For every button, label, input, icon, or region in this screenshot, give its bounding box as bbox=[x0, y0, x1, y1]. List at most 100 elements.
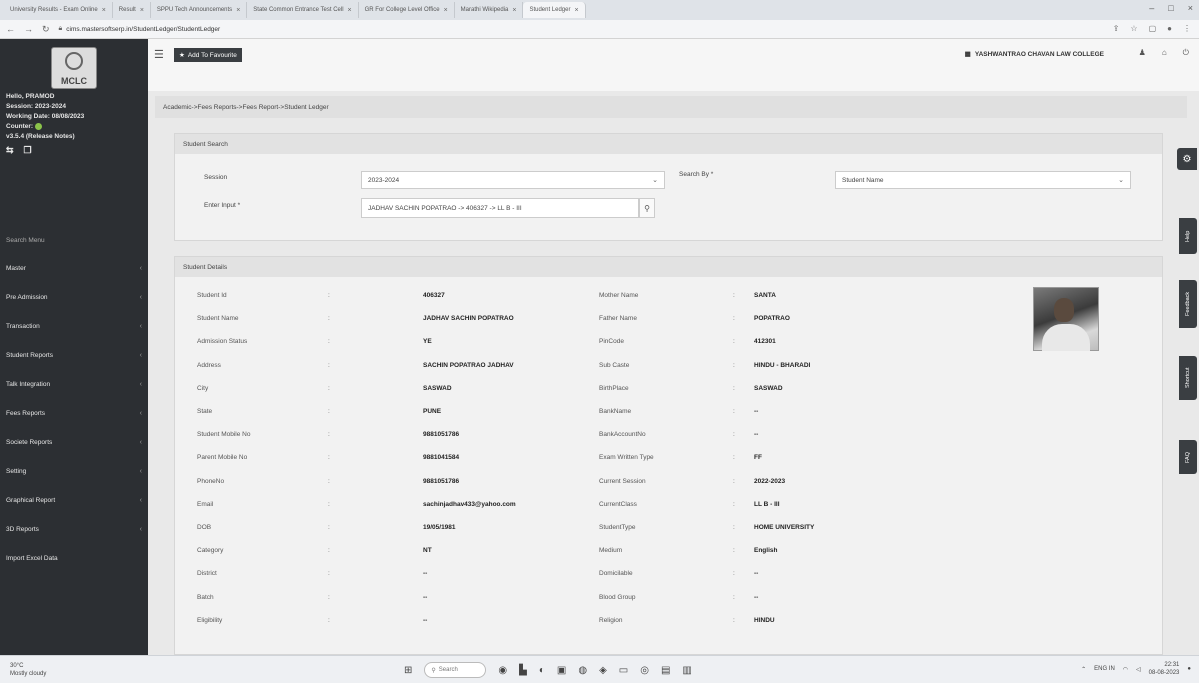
detail-colon: : bbox=[328, 338, 330, 346]
copy-icon[interactable]: ❐ bbox=[24, 145, 32, 155]
wifi-icon[interactable]: ◠ bbox=[1123, 666, 1128, 673]
feedback-tab[interactable]: Feedback bbox=[1179, 280, 1197, 328]
detail-label: CurrentClass bbox=[599, 500, 637, 508]
extensions-icon[interactable]: ▢ bbox=[1149, 24, 1157, 33]
detail-value: -- bbox=[754, 408, 759, 415]
taskbar-apps: ⊞ ⚲ Search ◉ ▙ ◐ ▣ ◍ ◈ ▭ ◎ ▤ ▥ bbox=[404, 662, 692, 678]
close-icon[interactable]: × bbox=[444, 7, 448, 14]
student-input-field[interactable]: JADHAV SACHIN POPATRAO -> 406327 -> LL B… bbox=[361, 198, 639, 218]
release-notes-link[interactable]: v3.5.4 (Release Notes) bbox=[6, 132, 84, 142]
address-bar: ← → ↻ 🔒︎ cims.mastersoftserp.in/StudentL… bbox=[0, 20, 1199, 39]
detail-colon: : bbox=[733, 454, 735, 462]
weather-widget[interactable]: 30°C Mostly cloudy bbox=[10, 662, 46, 678]
share-icon[interactable]: ⇪ bbox=[1113, 24, 1120, 33]
student-photo bbox=[1033, 287, 1099, 351]
tab-title: State Common Entrance Test Cell bbox=[253, 7, 344, 13]
close-icon[interactable]: × bbox=[236, 7, 240, 14]
detail-colon: : bbox=[328, 593, 330, 601]
app-icon[interactable]: ◈ bbox=[599, 665, 607, 676]
sidebar-item-transaction[interactable]: Transaction ‹ bbox=[0, 312, 148, 341]
detail-label: StudentType bbox=[599, 524, 636, 531]
hamburger-icon[interactable]: ☰ bbox=[154, 48, 164, 61]
sidebar-item-graphical-report[interactable]: Graphical Report ‹ bbox=[0, 486, 148, 515]
language-indicator[interactable]: ENG IN bbox=[1094, 666, 1115, 672]
detail-value: NT bbox=[423, 547, 432, 555]
browser-tab-active[interactable]: Student Ledger × bbox=[523, 2, 586, 18]
app-icon[interactable]: ◉ bbox=[498, 665, 507, 676]
close-icon[interactable]: × bbox=[348, 7, 352, 14]
detail-label: Email bbox=[197, 500, 214, 508]
chevron-up-icon[interactable]: ⌃ bbox=[1081, 666, 1086, 673]
windows-start-icon[interactable]: ⊞ bbox=[404, 665, 412, 676]
session-select[interactable]: 2023-2024 ⌄ bbox=[361, 171, 665, 189]
browser-tab[interactable]: Result × bbox=[113, 2, 151, 18]
clock[interactable]: 22:31 08-08-2023 bbox=[1149, 661, 1180, 677]
switch-icon[interactable]: ⇆ bbox=[6, 145, 14, 155]
browser-tab[interactable]: State Common Entrance Test Cell × bbox=[247, 2, 359, 18]
maximize-icon[interactable]: □ bbox=[1168, 3, 1173, 13]
shortcut-tab[interactable]: Shortcut bbox=[1179, 356, 1197, 400]
logo-text: MCLC bbox=[61, 76, 87, 86]
tab-title: Marathi Wikipedia bbox=[460, 7, 509, 13]
profile-icon[interactable]: ● bbox=[1167, 24, 1172, 33]
faq-tab[interactable]: FAQ bbox=[1179, 440, 1197, 474]
power-icon[interactable]: ⏻ bbox=[1183, 48, 1189, 58]
browser-tab[interactable]: University Results - Exam Online × bbox=[4, 2, 113, 18]
favourite-label: Add To Favourite bbox=[187, 51, 237, 59]
menu-dots-icon[interactable]: ⋮ bbox=[1183, 24, 1191, 33]
home-icon[interactable]: ⌂ bbox=[1162, 48, 1167, 58]
close-icon[interactable]: × bbox=[102, 7, 106, 14]
close-icon[interactable]: × bbox=[512, 7, 516, 14]
detail-label: Sub Caste bbox=[599, 361, 630, 369]
notification-icon[interactable]: ● bbox=[1187, 666, 1191, 672]
forward-icon[interactable]: → bbox=[24, 24, 33, 34]
app-icon[interactable]: ▙ bbox=[519, 665, 527, 676]
detail-value: FF bbox=[754, 454, 762, 462]
url-field[interactable]: cims.mastersoftserp.in/StudentLedger/Stu… bbox=[66, 26, 220, 33]
sidebar-item-pre-admission[interactable]: Pre Admission ‹ bbox=[0, 283, 148, 312]
search-by-select[interactable]: Student Name ⌄ bbox=[835, 171, 1131, 189]
sidebar-item-student-reports[interactable]: Student Reports ‹ bbox=[0, 341, 148, 370]
detail-value: 2022-2023 bbox=[754, 477, 786, 485]
star-icon[interactable]: ☆ bbox=[1130, 24, 1137, 33]
sidebar-item-societe-reports[interactable]: Societe Reports ‹ bbox=[0, 428, 148, 457]
volume-icon[interactable]: ◁ bbox=[1136, 666, 1141, 673]
browser-tab[interactable]: SPPU Tech Announcements × bbox=[151, 2, 248, 18]
browser-tab[interactable]: GR For College Level Office × bbox=[359, 2, 455, 18]
app-icon[interactable]: ▥ bbox=[682, 665, 691, 676]
sidebar-item-talk-integration[interactable]: Talk Integration ‹ bbox=[0, 370, 148, 399]
menu-search-heading[interactable]: Search Menu bbox=[6, 237, 45, 244]
back-icon[interactable]: ← bbox=[6, 24, 15, 34]
counter-icon[interactable] bbox=[34, 122, 42, 130]
browser-icon[interactable]: ◍ bbox=[578, 665, 587, 676]
detail-label: State bbox=[197, 408, 213, 415]
app-icon[interactable]: ▤ bbox=[661, 665, 670, 676]
app-icon[interactable]: ▣ bbox=[557, 665, 566, 676]
chrome-icon[interactable]: ◎ bbox=[640, 665, 649, 676]
reload-icon[interactable]: ↻ bbox=[42, 24, 50, 35]
browser-tab[interactable]: Marathi Wikipedia × bbox=[455, 2, 524, 18]
close-icon[interactable]: × bbox=[140, 7, 144, 14]
taskbar-search[interactable]: ⚲ Search bbox=[424, 662, 487, 678]
detail-label: PinCode bbox=[599, 338, 624, 346]
search-icon[interactable]: ⚲ bbox=[639, 198, 655, 218]
help-tab[interactable]: Help bbox=[1179, 218, 1197, 254]
settings-gear-icon[interactable]: ⚙ bbox=[1177, 148, 1197, 170]
sidebar-item-setting[interactable]: Setting ‹ bbox=[0, 457, 148, 486]
app-icon[interactable]: ◐ bbox=[539, 665, 545, 676]
file-explorer-icon[interactable]: ▭ bbox=[619, 665, 628, 676]
add-to-favourite-button[interactable]: ★ Add To Favourite bbox=[174, 48, 242, 62]
sidebar-item-fees-reports[interactable]: Fees Reports ‹ bbox=[0, 399, 148, 428]
chevron-left-icon: ‹ bbox=[139, 265, 142, 272]
sidebar-item-import-excel[interactable]: Import Excel Data bbox=[0, 544, 148, 573]
minimize-icon[interactable]: – bbox=[1149, 3, 1154, 13]
detail-value: 9881051786 bbox=[423, 431, 460, 439]
sidebar-item-3d-reports[interactable]: 3D Reports ‹ bbox=[0, 515, 148, 544]
user-icon[interactable]: ♟ bbox=[1139, 48, 1146, 58]
enter-input-label: Enter Input * bbox=[204, 202, 241, 209]
close-icon[interactable]: × bbox=[574, 7, 578, 14]
college-name-text: YASHWANTRAO CHAVAN LAW COLLEGE bbox=[974, 51, 1104, 58]
detail-colon: : bbox=[328, 454, 330, 462]
close-window-icon[interactable]: × bbox=[1188, 3, 1193, 13]
sidebar-item-master[interactable]: Master ‹ bbox=[0, 254, 148, 283]
